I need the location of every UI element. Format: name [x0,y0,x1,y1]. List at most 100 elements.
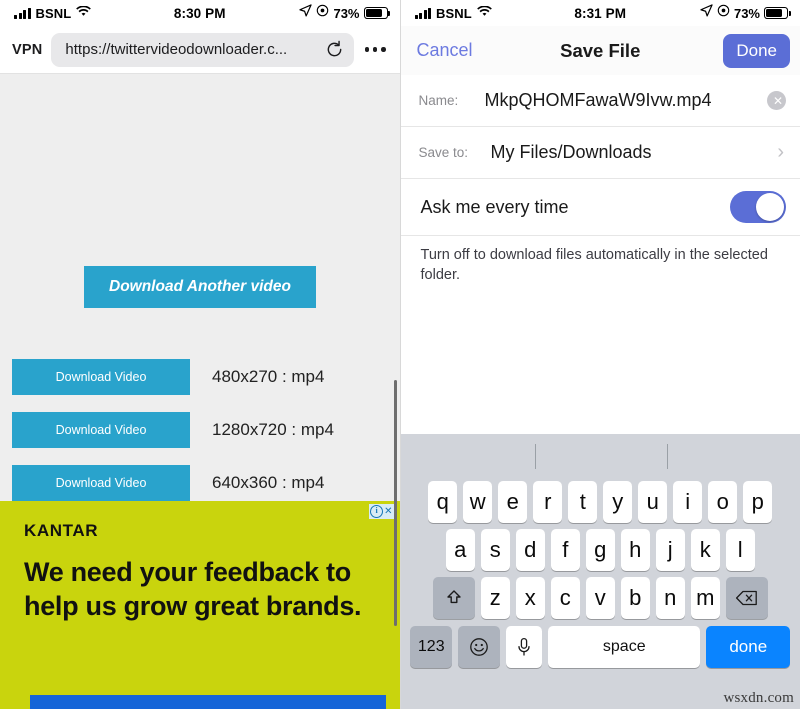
resolution-label: 640x360 : mp4 [212,472,325,492]
alarm-circle-icon [316,4,329,22]
ask-every-time-toggle[interactable] [730,191,786,223]
numbers-key[interactable]: 123 [410,626,453,668]
key-d[interactable]: d [515,529,545,571]
advertisement-banner[interactable]: i ✕ KANTAR We need your feedback to help … [0,501,400,709]
download-video-button[interactable]: Download Video [12,411,190,448]
close-x-icon[interactable]: ✕ [384,506,392,517]
key-e[interactable]: e [498,481,528,523]
key-z[interactable]: z [480,577,510,619]
wifi-icon [76,4,92,22]
status-bar-left: BSNL [14,4,92,22]
key-c[interactable]: c [550,577,580,619]
key-m[interactable]: m [690,577,720,619]
url-input[interactable]: https://twittervideodownloader.c... [51,32,354,67]
key-f[interactable]: f [550,529,580,571]
left-status-bar: BSNL 8:30 PM 73% [0,0,400,26]
name-input[interactable]: MkpQHOMFawaW9Ivw.mp4 [485,90,768,111]
key-i[interactable]: i [673,481,703,523]
status-bar-right: 73% [700,4,791,22]
left-phone-screenshot: BSNL 8:30 PM 73% VPN https://twittervide… [0,0,401,709]
status-bar-right: 73% [299,4,391,22]
page-scrollbar[interactable] [393,380,397,626]
clear-circle-icon[interactable]: ✕ [767,91,786,110]
predictive-separator [666,444,668,469]
location-arrow-icon [299,4,313,22]
ask-every-time-hint: Turn off to download files automatically… [400,236,800,286]
key-n[interactable]: n [655,577,685,619]
key-y[interactable]: y [603,481,633,523]
download-another-video-button[interactable]: Download Another video [84,266,316,308]
key-t[interactable]: t [568,481,598,523]
key-v[interactable]: v [585,577,615,619]
alarm-circle-icon [717,4,730,22]
ad-headline: We need your feedback to help us grow gr… [24,557,362,622]
location-arrow-icon [700,4,713,22]
key-p[interactable]: p [743,481,773,523]
space-key[interactable]: space [548,626,701,668]
ad-brand-label: KANTAR [24,521,99,540]
name-row[interactable]: Name: MkpQHOMFawaW9Ivw.mp4 ✕ [400,75,800,127]
more-dots-icon[interactable] [363,47,390,52]
key-x[interactable]: x [515,577,545,619]
adchoices-info-icon[interactable]: i ✕ [369,504,394,519]
download-video-button[interactable]: Download Video [12,464,190,501]
battery-percent-label: 73% [733,5,760,21]
download-video-button[interactable]: Download Video [12,358,190,395]
key-j[interactable]: j [655,529,685,571]
ad-cta-button[interactable] [30,695,386,709]
save-file-form: Name: MkpQHOMFawaW9Ivw.mp4 ✕ Save to: My… [400,75,800,286]
done-key[interactable]: done [706,626,791,668]
url-text: https://twittervideodownloader.c... [65,41,288,58]
key-q[interactable]: q [428,481,458,523]
battery-icon [363,7,391,19]
battery-icon [764,7,791,19]
done-button[interactable]: Done [723,33,790,68]
cellular-bars-icon [414,7,431,19]
screenshot-root: BSNL 8:30 PM 73% VPN https://twittervide… [0,0,800,709]
name-field-label: Name: [418,93,459,108]
resolution-label: 1280x720 : mp4 [212,419,334,439]
key-l[interactable]: l [725,529,755,571]
key-o[interactable]: o [708,481,738,523]
key-k[interactable]: k [690,529,720,571]
key-g[interactable]: g [585,529,615,571]
microphone-icon[interactable] [506,626,543,668]
onscreen-keyboard: q w e r t y u i o p a s d f g h j k l z … [400,434,800,709]
key-w[interactable]: w [463,481,493,523]
key-h[interactable]: h [620,529,650,571]
key-a[interactable]: a [445,529,475,571]
shift-arrow-icon[interactable] [432,577,475,619]
save-to-value: My Files/Downloads [490,142,652,162]
key-b[interactable]: b [620,577,650,619]
cancel-button[interactable]: Cancel [417,40,473,61]
key-u[interactable]: u [638,481,668,523]
key-r[interactable]: r [533,481,563,523]
save-file-navbar: Cancel Save File Done [400,26,800,75]
right-phone-screenshot: BSNL 8:31 PM 73% Cancel Save File Done N… [400,0,800,709]
predictive-text-bar[interactable] [401,434,800,478]
watermark-label: wsxdn.com [723,690,794,706]
keyboard-row-1: q w e r t y u i o p [401,478,800,526]
chevron-right-icon[interactable]: › [777,141,786,164]
vpn-indicator-label: VPN [12,41,43,58]
ask-every-time-label: Ask me every time [420,196,569,217]
web-page-content: Download Another video Download Video 48… [0,74,400,709]
predictive-separator [534,444,536,469]
key-s[interactable]: s [480,529,510,571]
download-option-row: Download Video 1280x720 : mp4 [0,403,400,456]
keyboard-row-3: z x c v b n m [401,574,800,622]
download-options-list: Download Video 480x270 : mp4 Download Vi… [0,350,400,509]
carrier-label: BSNL [436,5,472,21]
browser-address-bar: VPN https://twittervideodownloader.c... [0,26,400,74]
save-to-label: Save to: [418,145,469,160]
reload-icon[interactable] [325,40,344,59]
right-status-bar: BSNL 8:31 PM 73% [400,0,800,26]
resolution-label: 480x270 : mp4 [212,366,325,386]
emoji-smiley-icon[interactable] [458,626,501,668]
battery-percent-label: 73% [333,5,360,21]
backspace-icon[interactable] [725,577,768,619]
ask-every-time-row[interactable]: Ask me every time [400,179,800,236]
save-to-row[interactable]: Save to: My Files/Downloads › [400,127,800,179]
wifi-icon [476,4,492,22]
download-option-row: Download Video 480x270 : mp4 [0,350,400,403]
